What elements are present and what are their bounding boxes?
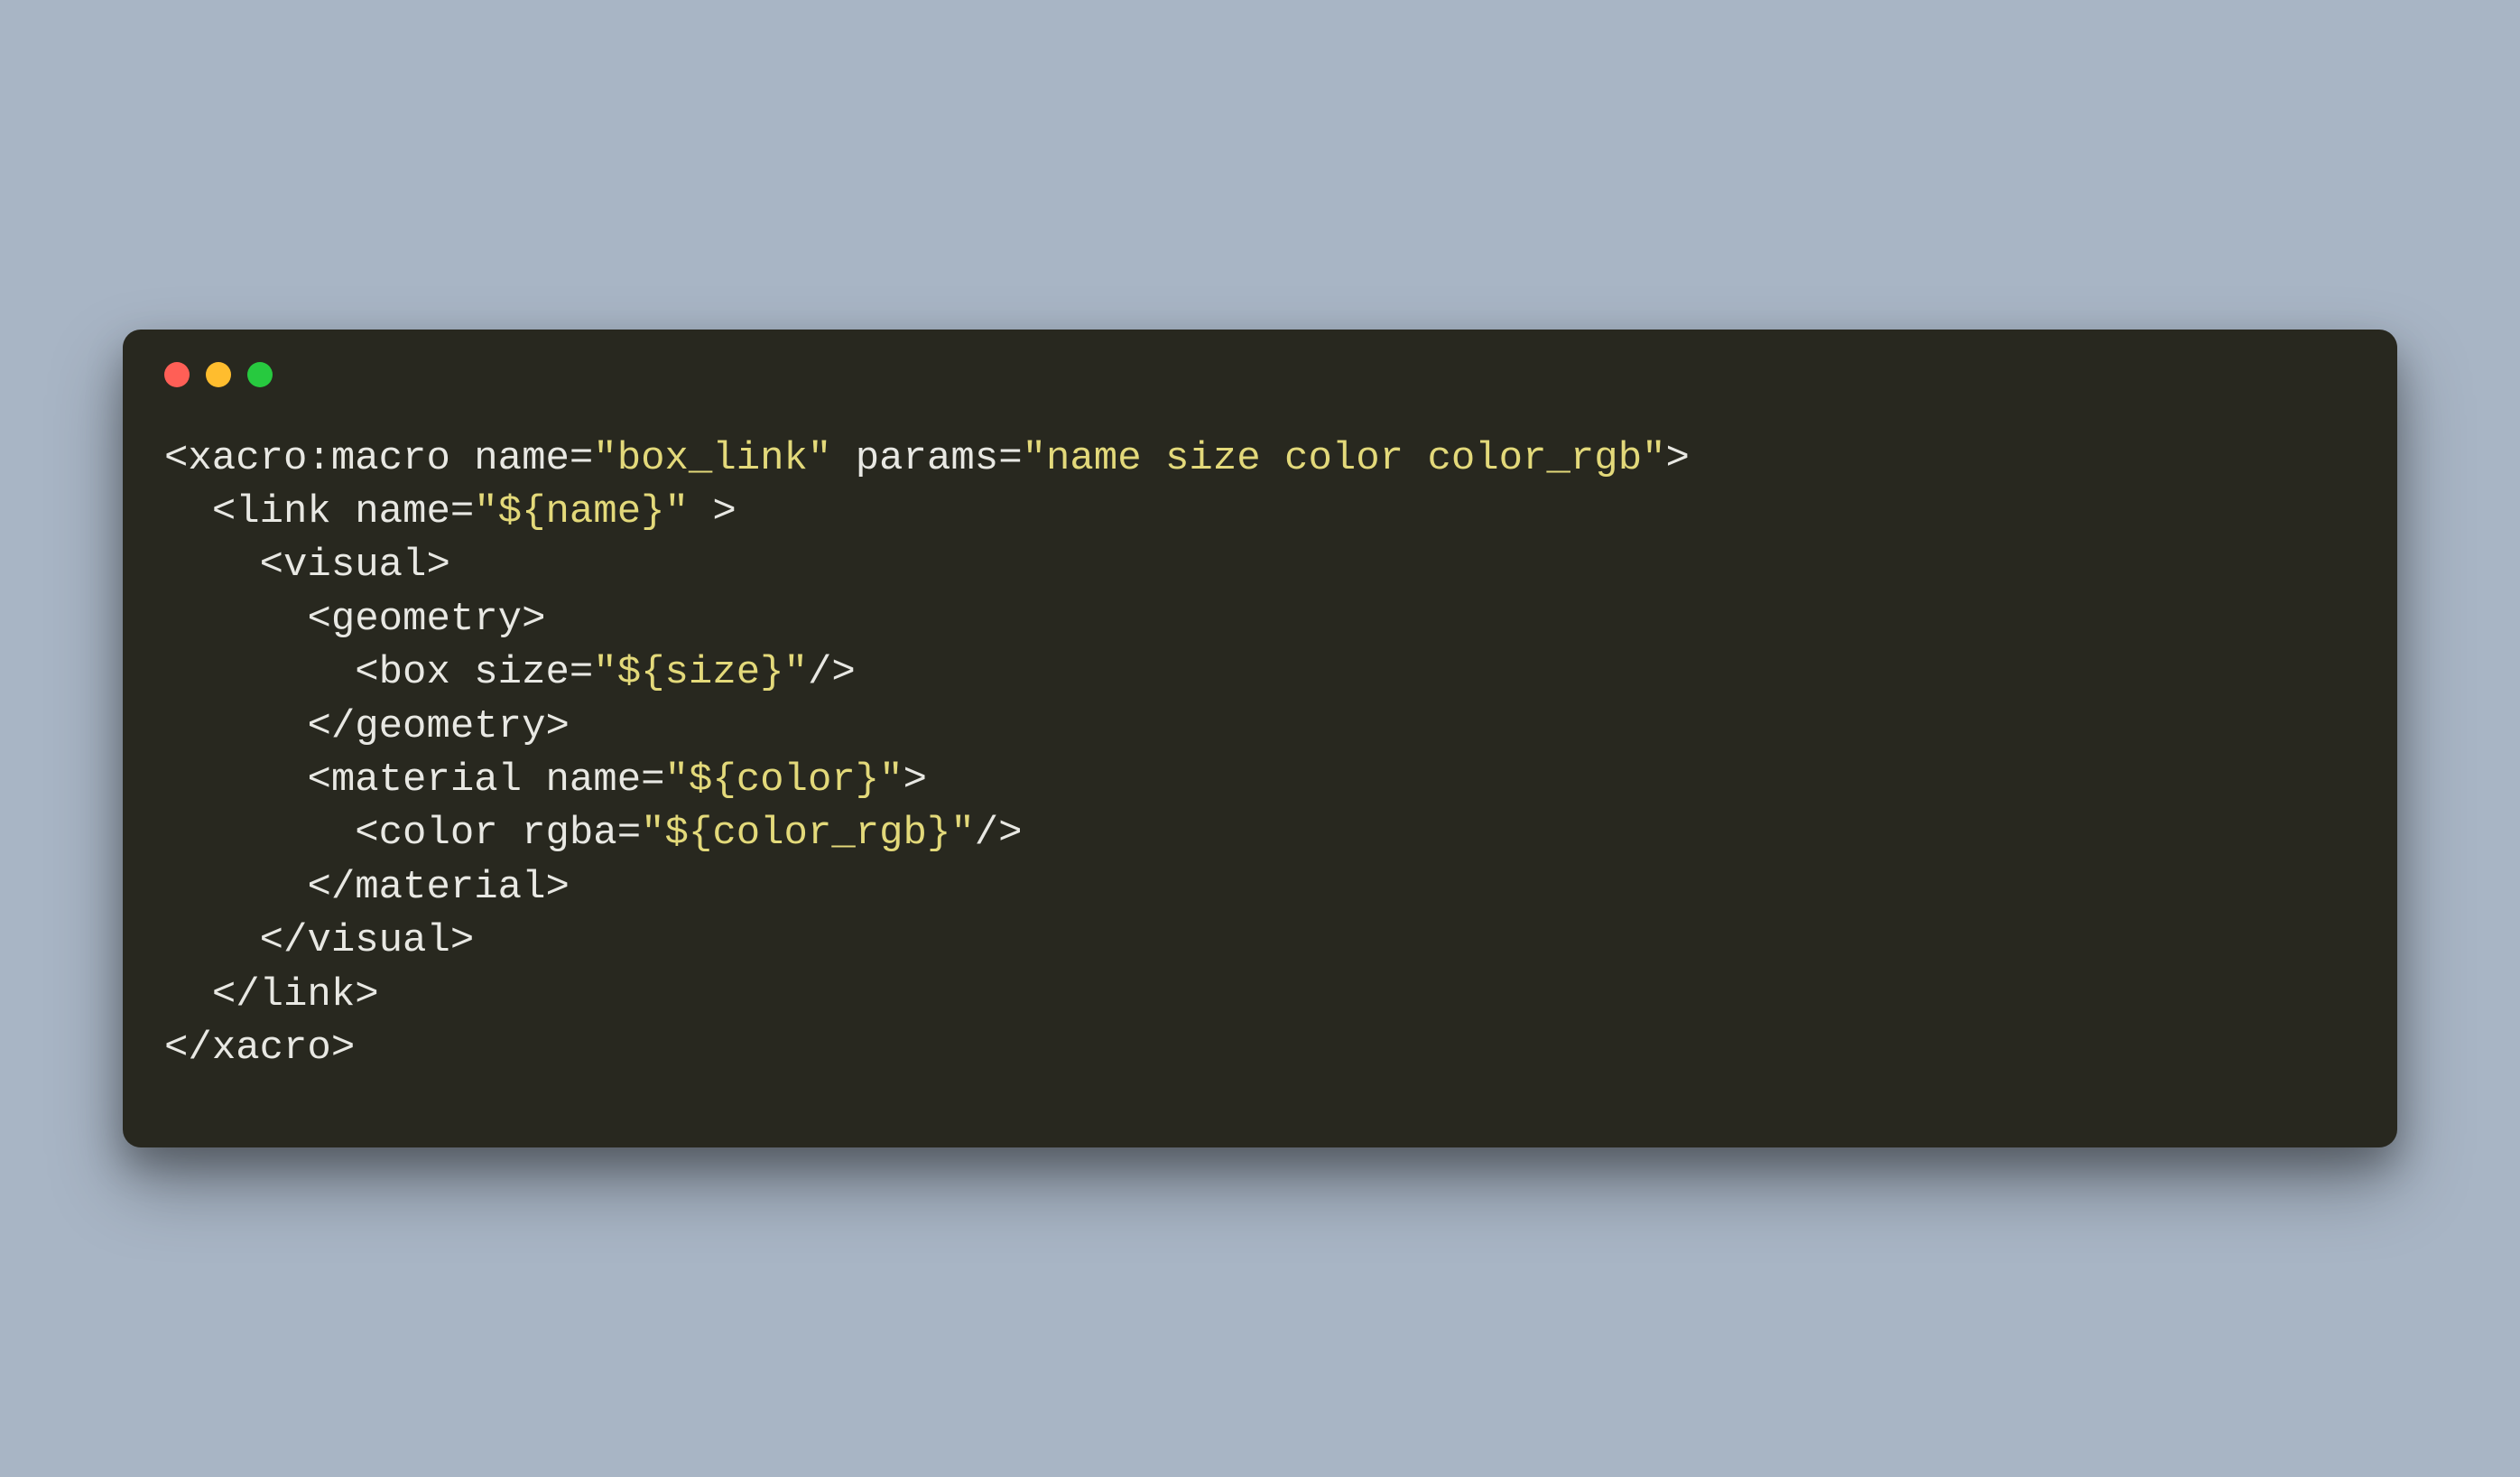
code-token-string: "${size}": [593, 650, 808, 695]
code-token-punct: />: [975, 811, 1023, 856]
maximize-icon[interactable]: [247, 362, 273, 387]
code-token-tag: xacro:macro: [188, 436, 449, 481]
code-token-tag: visual: [307, 918, 449, 963]
code-token-punct: [450, 650, 474, 695]
code-line: <material name="${color}">: [164, 754, 2356, 807]
code-token-tag: box: [379, 650, 450, 695]
code-token-punct: >: [331, 1026, 355, 1071]
code-token-attr: rgba: [522, 811, 617, 856]
code-token-punct: >: [689, 489, 737, 534]
code-line: </link>: [164, 969, 2356, 1022]
window-controls: [123, 330, 2397, 387]
code-line: <color rgba="${color_rgb}"/>: [164, 807, 2356, 860]
code-token-punct: <: [212, 489, 236, 534]
code-line: </xacro>: [164, 1022, 2356, 1075]
code-token-tag: color: [379, 811, 498, 856]
code-window: <xacro:macro name="box_link" params="nam…: [123, 330, 2397, 1148]
code-line: <visual>: [164, 539, 2356, 592]
code-token-punct: <: [164, 436, 188, 481]
code-token-punct: >: [903, 757, 927, 803]
code-token-punct: </: [164, 1026, 212, 1071]
code-token-punct: >: [522, 597, 545, 642]
code-token-punct: </: [307, 704, 355, 749]
code-token-tag: visual: [283, 543, 426, 588]
code-token-punct: <: [355, 650, 378, 695]
close-icon[interactable]: [164, 362, 190, 387]
code-token-tag: xacro: [212, 1026, 331, 1071]
code-line: </material>: [164, 861, 2356, 915]
code-token-attr: name: [474, 436, 570, 481]
code-token-punct: <: [355, 811, 378, 856]
code-token-string: "box_link": [593, 436, 831, 481]
code-token-punct: />: [808, 650, 856, 695]
code-token-punct: [522, 757, 545, 803]
code-token-punct: [450, 436, 474, 481]
code-line: <box size="${size}"/>: [164, 646, 2356, 700]
code-token-attr: name: [545, 757, 641, 803]
code-token-attr: size: [474, 650, 570, 695]
code-token-string: "name size color color_rgb": [1023, 436, 1666, 481]
code-token-punct: >: [355, 972, 378, 1017]
code-line: <xacro:macro name="box_link" params="nam…: [164, 432, 2356, 486]
code-token-tag: material: [355, 865, 545, 910]
code-token-punct: >: [545, 704, 569, 749]
code-token-punct: [498, 811, 522, 856]
minimize-icon[interactable]: [206, 362, 231, 387]
code-token-tag: link: [260, 972, 356, 1017]
code-token-punct: >: [1666, 436, 1690, 481]
code-token-punct: </: [307, 865, 355, 910]
code-line: <link name="${name}" >: [164, 486, 2356, 539]
code-token-punct: =: [450, 489, 474, 534]
code-token-punct: </: [212, 972, 260, 1017]
code-token-punct: >: [450, 918, 474, 963]
code-token-punct: =: [641, 757, 664, 803]
code-line: </geometry>: [164, 701, 2356, 754]
code-token-punct: [831, 436, 855, 481]
code-token-punct: >: [545, 865, 569, 910]
code-content: <xacro:macro name="box_link" params="nam…: [123, 387, 2397, 1148]
code-line: <geometry>: [164, 593, 2356, 646]
code-token-attr: params: [856, 436, 998, 481]
code-token-punct: =: [617, 811, 641, 856]
code-token-punct: >: [426, 543, 449, 588]
code-token-punct: <: [307, 757, 330, 803]
code-token-string: "${color_rgb}": [641, 811, 975, 856]
code-line: </visual>: [164, 915, 2356, 968]
code-token-punct: <: [260, 543, 283, 588]
code-token-punct: </: [260, 918, 308, 963]
code-token-string: "${name}": [474, 489, 689, 534]
code-token-punct: =: [570, 436, 593, 481]
code-token-string: "${color}": [665, 757, 903, 803]
code-token-punct: =: [998, 436, 1022, 481]
code-token-punct: =: [570, 650, 593, 695]
code-token-tag: material: [331, 757, 522, 803]
code-token-punct: [331, 489, 355, 534]
code-token-tag: link: [236, 489, 331, 534]
code-token-tag: geometry: [355, 704, 545, 749]
code-token-punct: <: [307, 597, 330, 642]
code-token-attr: name: [355, 489, 450, 534]
code-token-tag: geometry: [331, 597, 522, 642]
